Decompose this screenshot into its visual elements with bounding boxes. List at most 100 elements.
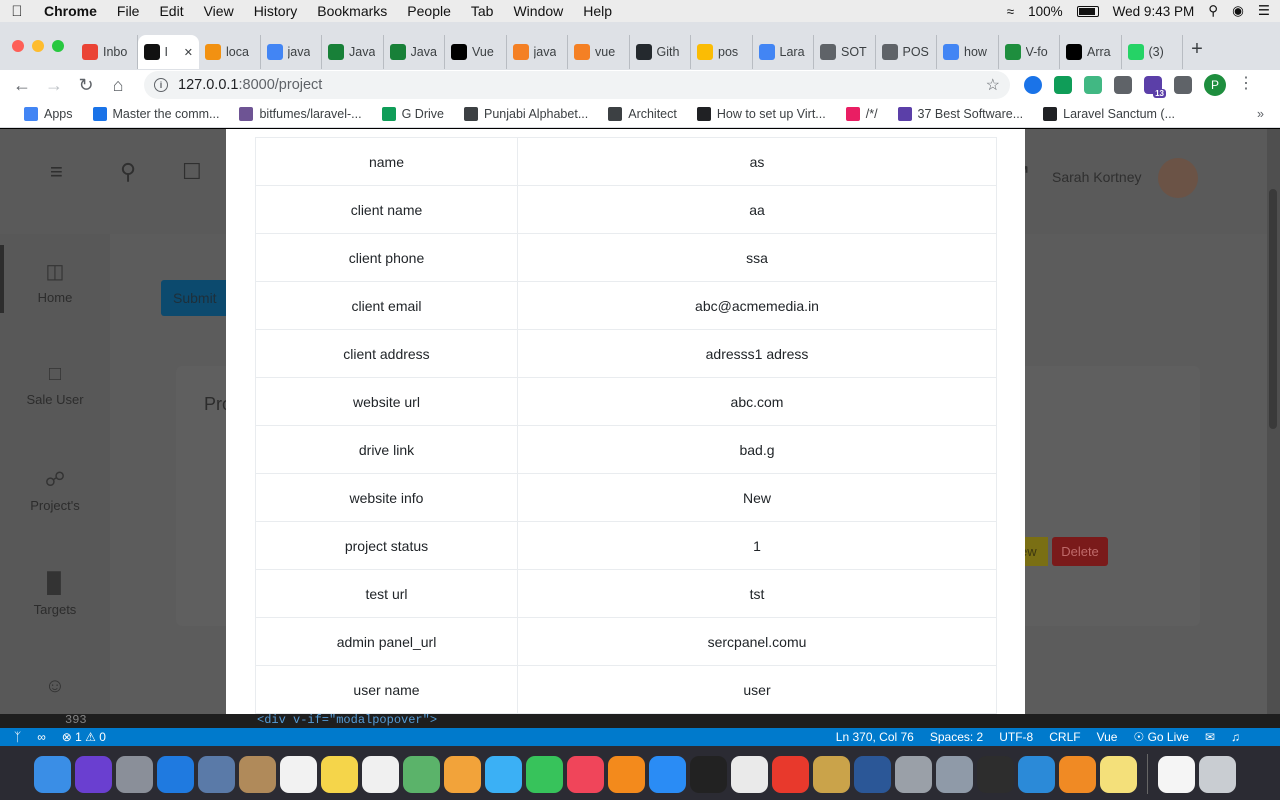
line-ending[interactable]: CRLF xyxy=(1049,730,1080,744)
address-bar[interactable]: i 127.0.0.1 :8000/project ☆ xyxy=(144,71,1010,99)
facetime-icon[interactable] xyxy=(526,755,563,793)
scrollbar-thumb[interactable] xyxy=(1269,189,1277,429)
git-branch-icon[interactable]: ᛉ xyxy=(14,730,21,744)
tab[interactable]: vue xyxy=(568,35,630,69)
tab[interactable]: how xyxy=(937,35,999,69)
tab[interactable]: java xyxy=(261,35,322,69)
delete-button[interactable]: Delete xyxy=(1052,537,1108,566)
menu-people[interactable]: People xyxy=(397,3,461,19)
bookmark-item[interactable]: How to set up Virt... xyxy=(687,106,836,121)
tab[interactable]: pos xyxy=(691,35,753,69)
sidebar-item-projects[interactable]: ☍ Project's xyxy=(0,467,110,513)
safari-icon[interactable] xyxy=(157,755,194,793)
extension-badge-icon[interactable]: 13 xyxy=(1144,76,1166,98)
tab[interactable]: Inbo xyxy=(76,35,138,69)
menu-history[interactable]: History xyxy=(244,3,308,19)
menu-edit[interactable]: Edit xyxy=(149,3,193,19)
wifi-icon[interactable]: ≈ xyxy=(1007,4,1014,19)
profile-avatar[interactable]: P xyxy=(1204,74,1226,96)
live-share-icon[interactable]: ∞ xyxy=(37,730,46,744)
siri-menu-icon[interactable]: ◉ xyxy=(1232,3,1244,19)
menu-help[interactable]: Help xyxy=(573,3,622,19)
menu-bookmarks[interactable]: Bookmarks xyxy=(307,3,397,19)
chrome-menu-icon[interactable]: ⋮ xyxy=(1238,76,1254,94)
chrome-icon[interactable] xyxy=(731,755,768,793)
tab[interactable]: Gith xyxy=(630,35,691,69)
menu-toggle-icon[interactable]: ≡ xyxy=(50,159,63,185)
tab[interactable]: Java xyxy=(322,35,384,69)
home-icon[interactable]: ⌂ xyxy=(102,75,134,96)
apple-icon[interactable]:  xyxy=(0,3,34,20)
page-scrollbar[interactable] xyxy=(1267,129,1280,714)
user-name[interactable]: Sarah Kortney xyxy=(1052,169,1142,185)
file-icon[interactable] xyxy=(1158,755,1195,793)
settings-icon[interactable] xyxy=(895,755,932,793)
tab[interactable]: java xyxy=(507,35,568,69)
eyedropper-icon[interactable] xyxy=(1114,76,1132,94)
trash-icon[interactable] xyxy=(1199,755,1236,793)
indentation[interactable]: Spaces: 2 xyxy=(930,730,983,744)
preview-icon[interactable] xyxy=(198,755,235,793)
bookmark-item[interactable]: Apps xyxy=(14,106,83,121)
menu-tab[interactable]: Tab xyxy=(461,3,504,19)
archive-icon[interactable] xyxy=(813,755,850,793)
back-icon[interactable]: ← xyxy=(6,75,38,96)
sidebar-item-users[interactable]: ☺ xyxy=(0,675,110,704)
spotlight-icon[interactable]: ⚲ xyxy=(1208,3,1218,19)
reload-icon[interactable]: ↻ xyxy=(70,75,102,96)
submit-button[interactable]: Submit xyxy=(161,280,231,316)
forward-icon[interactable]: → xyxy=(38,75,70,96)
cursor-position[interactable]: Ln 370, Col 76 xyxy=(836,730,914,744)
close-window-icon[interactable] xyxy=(12,40,24,52)
cart-icon[interactable]: ☐ xyxy=(182,159,202,185)
menu-clock[interactable]: Wed 9:43 PM xyxy=(1113,4,1195,19)
vue-devtools-icon[interactable] xyxy=(1084,76,1102,94)
close-tab-icon[interactable]: ✕ xyxy=(184,46,193,59)
bookmark-item[interactable]: Architect xyxy=(598,106,687,121)
notes-icon[interactable] xyxy=(321,755,358,793)
extensions-puzzle-icon[interactable] xyxy=(1174,76,1192,94)
extension-1-icon[interactable] xyxy=(1024,76,1042,94)
anydesk-icon[interactable] xyxy=(772,755,809,793)
music-icon[interactable] xyxy=(567,755,604,793)
fullscreen-window-icon[interactable] xyxy=(52,40,64,52)
tab[interactable]: V-fo xyxy=(999,35,1060,69)
maps-icon[interactable] xyxy=(403,755,440,793)
screenshot-icon[interactable] xyxy=(936,755,973,793)
calendar-icon[interactable] xyxy=(280,755,317,793)
notification-center-icon[interactable]: ☰ xyxy=(1258,3,1270,19)
site-info-icon[interactable]: i xyxy=(154,78,168,92)
tab[interactable]: Java xyxy=(384,35,445,69)
minimize-window-icon[interactable] xyxy=(32,40,44,52)
books-icon[interactable] xyxy=(608,755,645,793)
messages-icon[interactable] xyxy=(485,755,522,793)
bookmark-item[interactable]: Punjabi Alphabet... xyxy=(454,106,598,121)
tab[interactable]: Vue xyxy=(445,35,507,69)
stickies-icon[interactable] xyxy=(1100,755,1137,793)
tab[interactable]: (3) xyxy=(1122,35,1183,69)
reminders-icon[interactable] xyxy=(362,755,399,793)
bookmark-item[interactable]: Master the comm... xyxy=(83,106,230,121)
vscode-icon[interactable] xyxy=(1018,755,1055,793)
tab[interactable]: SOT xyxy=(814,35,876,69)
menu-app-name[interactable]: Chrome xyxy=(34,3,107,19)
menu-window[interactable]: Window xyxy=(503,3,573,19)
new-tab-icon[interactable]: + xyxy=(1183,38,1211,61)
more-bookmarks-icon[interactable]: » xyxy=(1257,107,1280,121)
bookmark-item[interactable]: G Drive xyxy=(372,106,454,121)
tab[interactable]: Lara xyxy=(753,35,814,69)
terminal-icon[interactable] xyxy=(690,755,727,793)
tab[interactable]: loca xyxy=(199,35,261,69)
language-mode[interactable]: Vue xyxy=(1097,730,1118,744)
notifications-bell-icon[interactable]: ♫ xyxy=(1231,730,1240,744)
activity-monitor-icon[interactable] xyxy=(977,755,1014,793)
word-icon[interactable] xyxy=(854,755,891,793)
siri-icon[interactable] xyxy=(75,755,112,793)
battery-icon[interactable] xyxy=(1076,5,1099,17)
appstore-icon[interactable] xyxy=(649,755,686,793)
go-live-button[interactable]: ☉ Go Live xyxy=(1133,730,1188,744)
tab-active[interactable]: I ✕ xyxy=(137,35,199,69)
contacts-icon[interactable] xyxy=(239,755,276,793)
menu-view[interactable]: View xyxy=(194,3,244,19)
menu-file[interactable]: File xyxy=(107,3,150,19)
